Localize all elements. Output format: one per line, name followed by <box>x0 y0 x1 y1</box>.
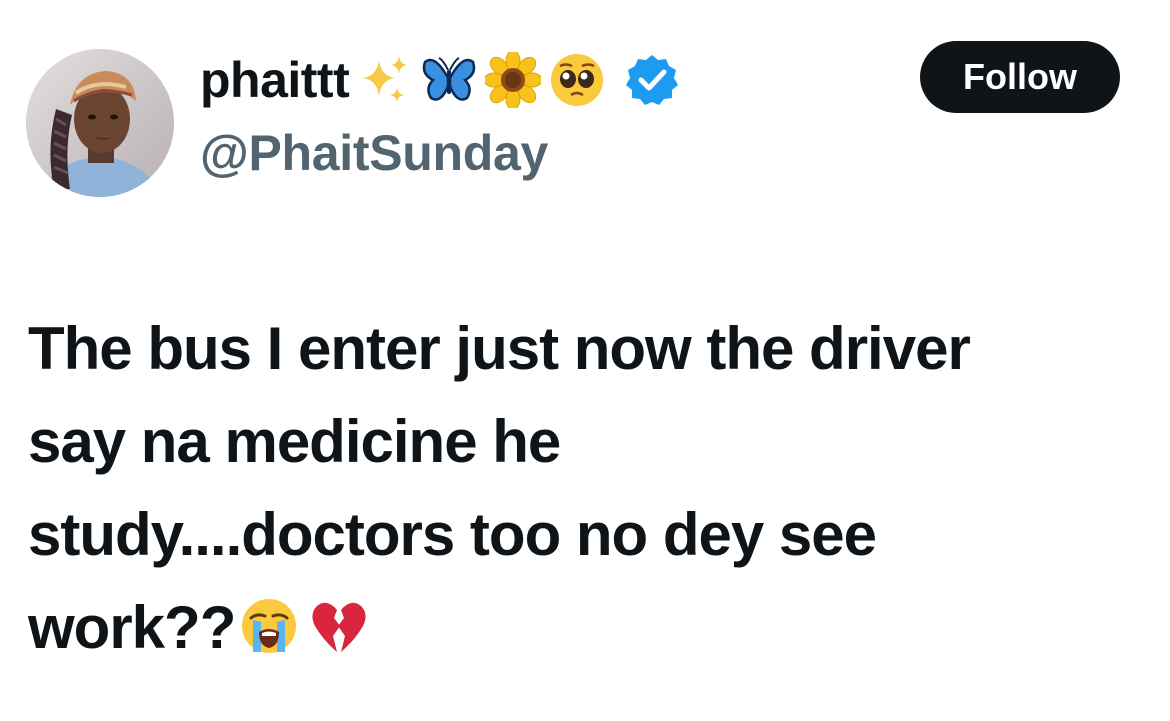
author-display-name[interactable]: phaittt <box>200 51 350 109</box>
author-name-row: phaittt <box>200 44 679 116</box>
tweet-text-line: say na medicine he <box>28 408 561 475</box>
avatar[interactable] <box>26 49 174 197</box>
tweet-text-last-line: work?? <box>28 581 1148 674</box>
butterfly-icon <box>421 52 477 108</box>
broken-heart-icon <box>309 596 369 656</box>
loudly-crying-face-icon <box>239 596 299 656</box>
tweet-text-line: work?? <box>28 594 236 661</box>
verified-badge-icon[interactable] <box>625 53 679 107</box>
sparkles-icon <box>357 52 413 108</box>
avatar-image <box>26 49 174 197</box>
pleading-face-icon <box>549 52 605 108</box>
follow-button[interactable]: Follow <box>920 41 1120 113</box>
author-handle[interactable]: @PhaitSunday <box>200 124 548 182</box>
tweet-text-line: The bus I enter just now the driver <box>28 315 971 382</box>
tweet-text: The bus I enter just now the driver say … <box>28 302 1148 674</box>
tweet-text-line: study....doctors too no dey see <box>28 501 877 568</box>
sunflower-icon <box>485 52 542 108</box>
tweet-card: phaittt @PhaitSunday Follow The bus I en… <box>0 0 1170 721</box>
